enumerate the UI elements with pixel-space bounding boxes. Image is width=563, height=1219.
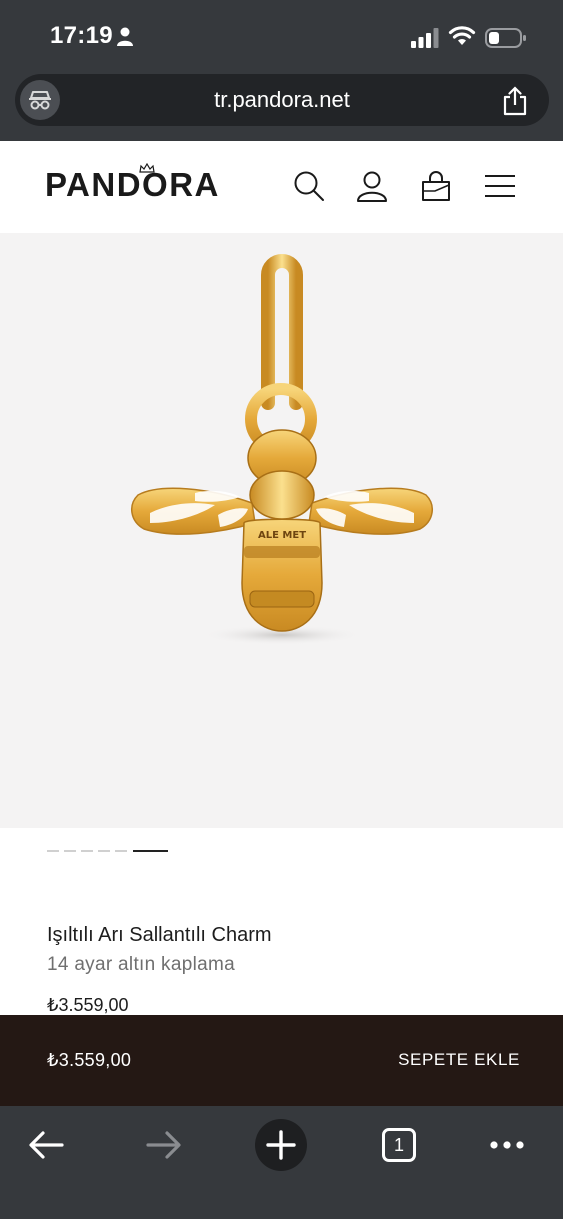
status-bar: 17:19 xyxy=(0,0,563,70)
more-button[interactable] xyxy=(481,1119,533,1171)
carousel-dot[interactable] xyxy=(115,850,127,852)
status-time: 17:19 xyxy=(50,22,113,49)
carousel-dot[interactable] xyxy=(98,850,110,852)
browser-top-chrome: 17:19 tr.pandora.net xyxy=(0,0,563,141)
product-price: ₺3.559,00 xyxy=(47,995,129,1015)
carousel-dot[interactable] xyxy=(81,850,93,852)
person-icon xyxy=(117,27,133,46)
url-text[interactable]: tr.pandora.net xyxy=(15,74,549,126)
site-header: PANDORA xyxy=(0,141,563,233)
plus-icon xyxy=(266,1130,296,1160)
browser-bottom-toolbar: 1 xyxy=(0,1106,563,1219)
carousel-dot-active[interactable] xyxy=(133,850,168,852)
forward-arrow-icon xyxy=(146,1131,181,1159)
bee-charm-image: ALE MET xyxy=(131,254,433,645)
charm-engraving: ALE MET xyxy=(258,530,306,541)
signal-icon xyxy=(411,28,439,48)
carousel-dot[interactable] xyxy=(64,850,76,852)
more-dots-icon xyxy=(490,1141,524,1149)
crown-icon xyxy=(139,163,155,173)
add-to-cart-button[interactable]: SEPETE EKLE xyxy=(389,1037,529,1083)
back-arrow-icon xyxy=(29,1131,64,1159)
account-icon[interactable] xyxy=(355,169,389,203)
hamburger-menu-icon[interactable] xyxy=(483,169,517,203)
tabs-button[interactable]: 1 xyxy=(373,1119,425,1171)
share-icon[interactable] xyxy=(501,86,529,116)
product-title: Işıltılı Arı Sallantılı Charm xyxy=(47,924,272,946)
tabs-icon: 1 xyxy=(382,1128,416,1162)
product-image[interactable]: ALE MET xyxy=(0,233,563,828)
forward-button[interactable] xyxy=(138,1119,190,1171)
product-subtitle: 14 ayar altın kaplama xyxy=(47,954,235,975)
back-button[interactable] xyxy=(20,1119,72,1171)
search-icon[interactable] xyxy=(292,169,326,203)
address-bar[interactable]: tr.pandora.net xyxy=(15,74,549,126)
new-tab-button[interactable] xyxy=(255,1119,307,1171)
wifi-icon xyxy=(448,26,476,45)
battery-icon xyxy=(485,28,526,48)
sticky-price: ₺3.559,00 xyxy=(47,1050,132,1070)
shopping-bag-icon[interactable] xyxy=(419,169,453,203)
carousel-dot[interactable] xyxy=(47,850,59,852)
pandora-logo[interactable]: PANDORA xyxy=(45,166,220,206)
sticky-add-to-cart-bar: ₺3.559,00 SEPETE EKLE xyxy=(0,1015,563,1106)
